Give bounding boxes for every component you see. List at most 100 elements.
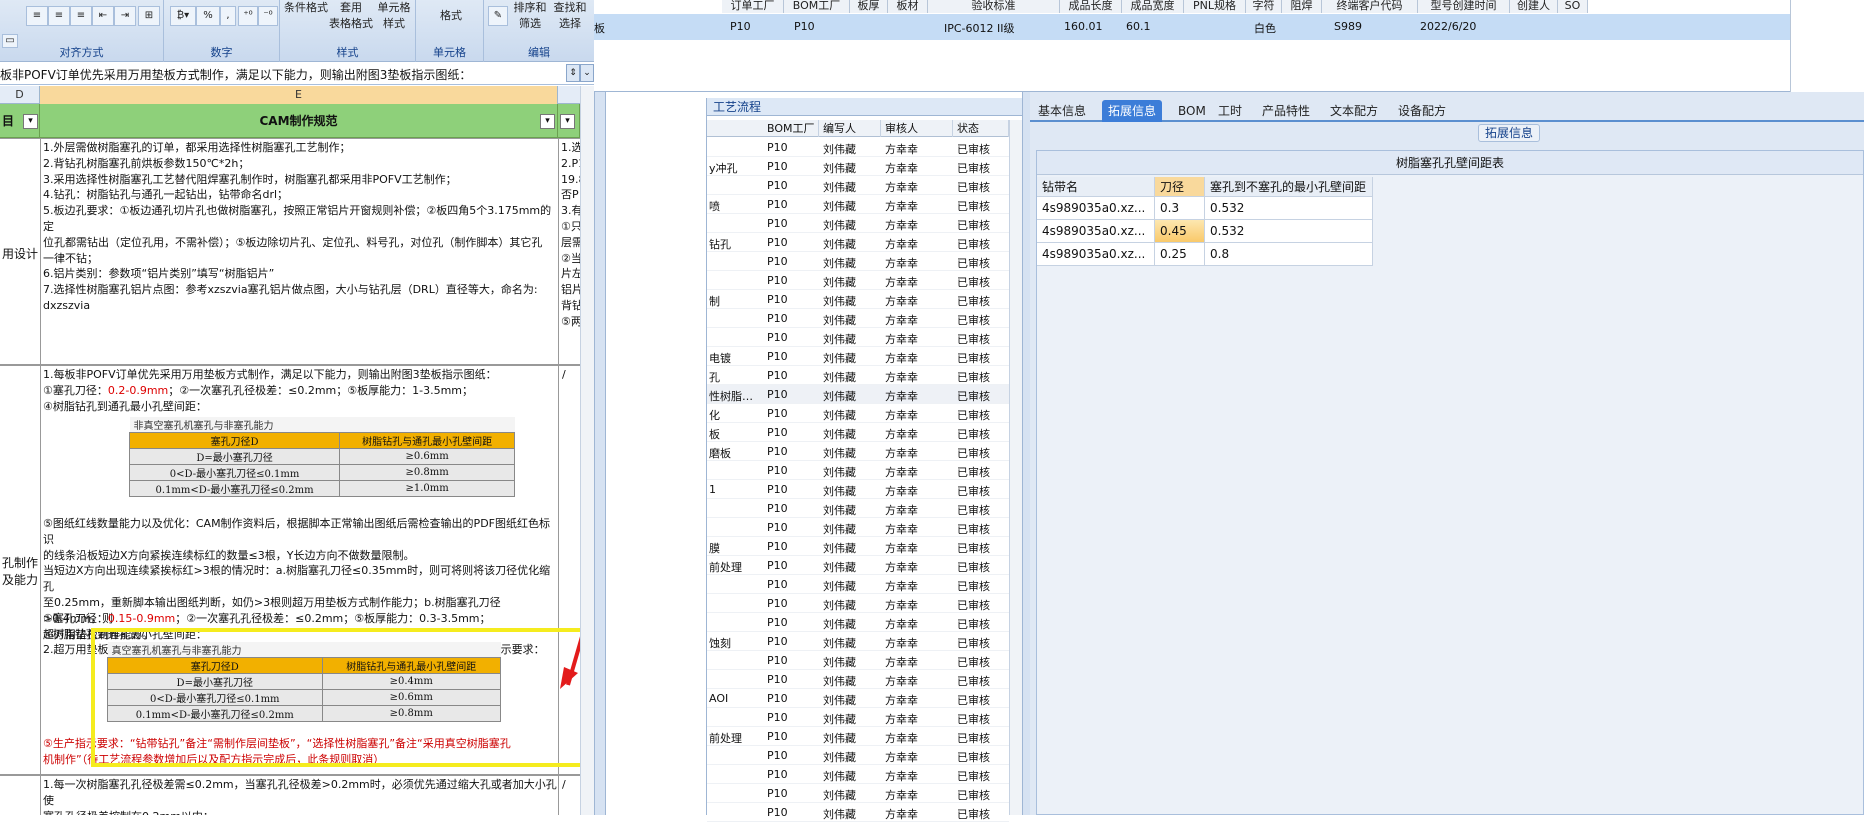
- resin-cell[interactable]: 0.3: [1155, 197, 1205, 220]
- sheet-vertical-scrollbar[interactable]: [580, 86, 594, 815]
- tab-product-traits[interactable]: 产品特性: [1256, 100, 1316, 122]
- process-row[interactable]: 电镀 P10 刘伟藏 方幸幸 已审核: [707, 347, 1009, 366]
- process-col-reviewer[interactable]: 审核人: [881, 120, 953, 137]
- col-standard[interactable]: 验收标准: [928, 0, 1060, 13]
- process-row[interactable]: P10 刘伟藏 方幸幸 已审核: [707, 708, 1009, 727]
- percent-button[interactable]: %: [196, 6, 220, 26]
- process-row[interactable]: P10 刘伟藏 方幸幸 已审核: [707, 784, 1009, 803]
- col-pnl[interactable]: PNL规格: [1184, 0, 1246, 13]
- formula-scroll-icon[interactable]: ⇕: [566, 64, 580, 82]
- col-mask[interactable]: 阻焊: [1282, 0, 1322, 13]
- process-row[interactable]: P10 刘伟藏 方幸幸 已审核: [707, 499, 1009, 518]
- process-row[interactable]: AOI P10 刘伟藏 方幸幸 已审核: [707, 689, 1009, 708]
- process-col-writer[interactable]: 编写人: [819, 120, 881, 137]
- process-row[interactable]: P10 刘伟藏 方幸幸 已审核: [707, 613, 1009, 632]
- find-select-button[interactable]: 查找和 选择: [548, 0, 592, 32]
- process-row[interactable]: P10 刘伟藏 方幸幸 已审核: [707, 651, 1009, 670]
- process-row[interactable]: 喷 P10 刘伟藏 方幸幸 已审核: [707, 195, 1009, 214]
- process-row[interactable]: P10 刘伟藏 方幸幸 已审核: [707, 518, 1009, 537]
- col-thickness[interactable]: 板厚: [850, 0, 888, 13]
- eraser-icon[interactable]: ✎: [488, 6, 508, 26]
- process-row[interactable]: 板 P10 刘伟藏 方幸幸 已审核: [707, 423, 1009, 442]
- decrease-decimal-icon[interactable]: ⁻⁰: [258, 6, 278, 26]
- col-bom-factory[interactable]: BOM工厂: [784, 0, 850, 13]
- sort-filter-button[interactable]: 排序和 筛选: [510, 0, 550, 32]
- col-order-factory[interactable]: 订单工厂: [722, 0, 784, 13]
- formula-expand-icon[interactable]: ⌄: [580, 64, 594, 82]
- resin-cell[interactable]: 4s989035a0.xz...: [1037, 197, 1155, 220]
- merge-cells-icon[interactable]: ⊞: [138, 6, 160, 26]
- col-created[interactable]: 型号创建时间: [1418, 0, 1510, 13]
- process-row[interactable]: P10 刘伟藏 方幸幸 已审核: [707, 803, 1009, 822]
- resin-col-tool[interactable]: 刀径: [1155, 177, 1205, 197]
- resin-cell[interactable]: 0.532: [1205, 197, 1373, 220]
- process-row[interactable]: y冲孔 P10 刘伟藏 方幸幸 已审核: [707, 157, 1009, 176]
- resin-cell[interactable]: 4s989035a0.xz...: [1037, 243, 1155, 266]
- col-customer[interactable]: 终端客户代码: [1322, 0, 1418, 13]
- process-row[interactable]: P10 刘伟藏 方幸幸 已审核: [707, 309, 1009, 328]
- cell-styles-button[interactable]: 单元格 样式: [374, 0, 414, 32]
- process-row[interactable]: P10 刘伟藏 方幸幸 已审核: [707, 214, 1009, 233]
- process-row[interactable]: P10 刘伟藏 方幸幸 已审核: [707, 575, 1009, 594]
- resin-cell[interactable]: 0.25: [1155, 243, 1205, 266]
- resin-cell[interactable]: 4s989035a0.xz...: [1037, 220, 1155, 243]
- process-row[interactable]: 制 P10 刘伟藏 方幸幸 已审核: [707, 290, 1009, 309]
- column-header-d[interactable]: D: [0, 86, 40, 104]
- filter-dropdown-icon[interactable]: ▾: [540, 114, 555, 129]
- row3-rule-cell[interactable]: 1.每一次树脂塞孔孔径极差需≤0.2mm，当塞孔孔径极差>0.2mm时，必须优先…: [40, 775, 559, 815]
- col-width[interactable]: 成品宽度: [1122, 0, 1184, 13]
- align-center-icon[interactable]: ≡: [48, 6, 70, 26]
- process-row[interactable]: P10 刘伟藏 方幸幸 已审核: [707, 594, 1009, 613]
- process-row[interactable]: P10 刘伟藏 方幸幸 已审核: [707, 138, 1009, 157]
- col-length[interactable]: 成品长度: [1060, 0, 1122, 13]
- row1-right-cell[interactable]: 1.选 2.P1 19.8 否P 3.有 ①只 层需 ②当 片左 铝片 背钻 ⑤…: [558, 138, 582, 365]
- process-row[interactable]: P10 刘伟藏 方幸幸 已审核: [707, 461, 1009, 480]
- resin-cell-selected[interactable]: 0.45: [1155, 220, 1205, 243]
- resin-col-drill[interactable]: 钻带名: [1037, 177, 1155, 197]
- process-row[interactable]: 前处理 P10 刘伟藏 方幸幸 已审核: [707, 556, 1009, 575]
- table-format-button[interactable]: 套用 表格格式: [328, 0, 374, 32]
- process-row[interactable]: P10 刘伟藏 方幸幸 已审核: [707, 176, 1009, 195]
- tab-bom[interactable]: BOM: [1172, 100, 1212, 122]
- col-material[interactable]: 板材: [888, 0, 928, 13]
- process-row[interactable]: 化 P10 刘伟藏 方幸幸 已审核: [707, 404, 1009, 423]
- process-row[interactable]: 1 P10 刘伟藏 方幸幸 已审核: [707, 480, 1009, 499]
- row2-label-cell[interactable]: 孔制作 及能力: [0, 365, 41, 775]
- col-creator[interactable]: 创建人: [1510, 0, 1558, 13]
- process-row[interactable]: 性树脂… P10 刘伟藏 方幸幸 已审核: [707, 385, 1009, 404]
- process-scrollbar[interactable]: [1009, 120, 1023, 815]
- increase-decimal-icon[interactable]: ⁺⁰: [238, 6, 258, 26]
- resin-col-spacing[interactable]: 塞孔到不塞孔的最小孔壁间距: [1205, 177, 1373, 197]
- process-row[interactable]: P10 刘伟藏 方幸幸 已审核: [707, 252, 1009, 271]
- right-splitter[interactable]: [1022, 92, 1030, 815]
- row3-right-cell[interactable]: /: [558, 775, 582, 815]
- col-so[interactable]: SO: [1558, 0, 1588, 13]
- align-left-icon[interactable]: ≡: [26, 6, 48, 26]
- resin-cell[interactable]: 0.8: [1205, 243, 1373, 266]
- process-row[interactable]: 蚀刻 P10 刘伟藏 方幸幸 已审核: [707, 632, 1009, 651]
- indent-increase-icon[interactable]: ⇥: [114, 6, 136, 26]
- process-row[interactable]: P10 刘伟藏 方幸幸 已审核: [707, 271, 1009, 290]
- format-button[interactable]: 格式: [424, 8, 478, 24]
- process-row[interactable]: P10 刘伟藏 方幸幸 已审核: [707, 670, 1009, 689]
- row1-label-cell[interactable]: 用设计: [0, 138, 41, 365]
- conditional-format-button[interactable]: 条件格式: [282, 0, 330, 16]
- filter-dropdown-icon[interactable]: ▾: [23, 114, 38, 129]
- filter-dropdown-icon[interactable]: ▾: [560, 114, 575, 129]
- row1-rule-cell[interactable]: 1.外层需做树脂塞孔的订单，都采用选择性树脂塞孔工艺制作； 2.背钻孔树脂塞孔前…: [40, 138, 559, 365]
- process-col-bom[interactable]: BOM工厂: [763, 120, 819, 137]
- indent-decrease-icon[interactable]: ⇤: [92, 6, 114, 26]
- process-row[interactable]: 磨板 P10 刘伟藏 方幸幸 已审核: [707, 442, 1009, 461]
- process-row[interactable]: P10 刘伟藏 方幸幸 已审核: [707, 328, 1009, 347]
- comma-button[interactable]: ,: [220, 6, 236, 26]
- formula-text[interactable]: 板非POFV订单优先采用万用垫板方式制作，满足以下能力，则输出附图3垫板指示图纸…: [0, 66, 471, 83]
- tab-basic-info[interactable]: 基本信息: [1032, 100, 1092, 122]
- tab-equipment-recipe[interactable]: 设备配方: [1392, 100, 1452, 122]
- process-row[interactable]: 膜 P10 刘伟藏 方幸幸 已审核: [707, 537, 1009, 556]
- order-row[interactable]: 板 P10 P10 IPC-6012 II级 160.01 60.1 白色 S9…: [594, 14, 1794, 40]
- process-row[interactable]: 钻孔 P10 刘伟藏 方幸幸 已审核: [707, 233, 1009, 252]
- row3-label-cell[interactable]: [0, 775, 41, 815]
- formula-bar[interactable]: 板非POFV订单优先采用万用垫板方式制作，满足以下能力，则输出附图3垫板指示图纸…: [0, 63, 594, 85]
- resin-cell[interactable]: 0.532: [1205, 220, 1373, 243]
- column-header-e[interactable]: E: [40, 86, 558, 104]
